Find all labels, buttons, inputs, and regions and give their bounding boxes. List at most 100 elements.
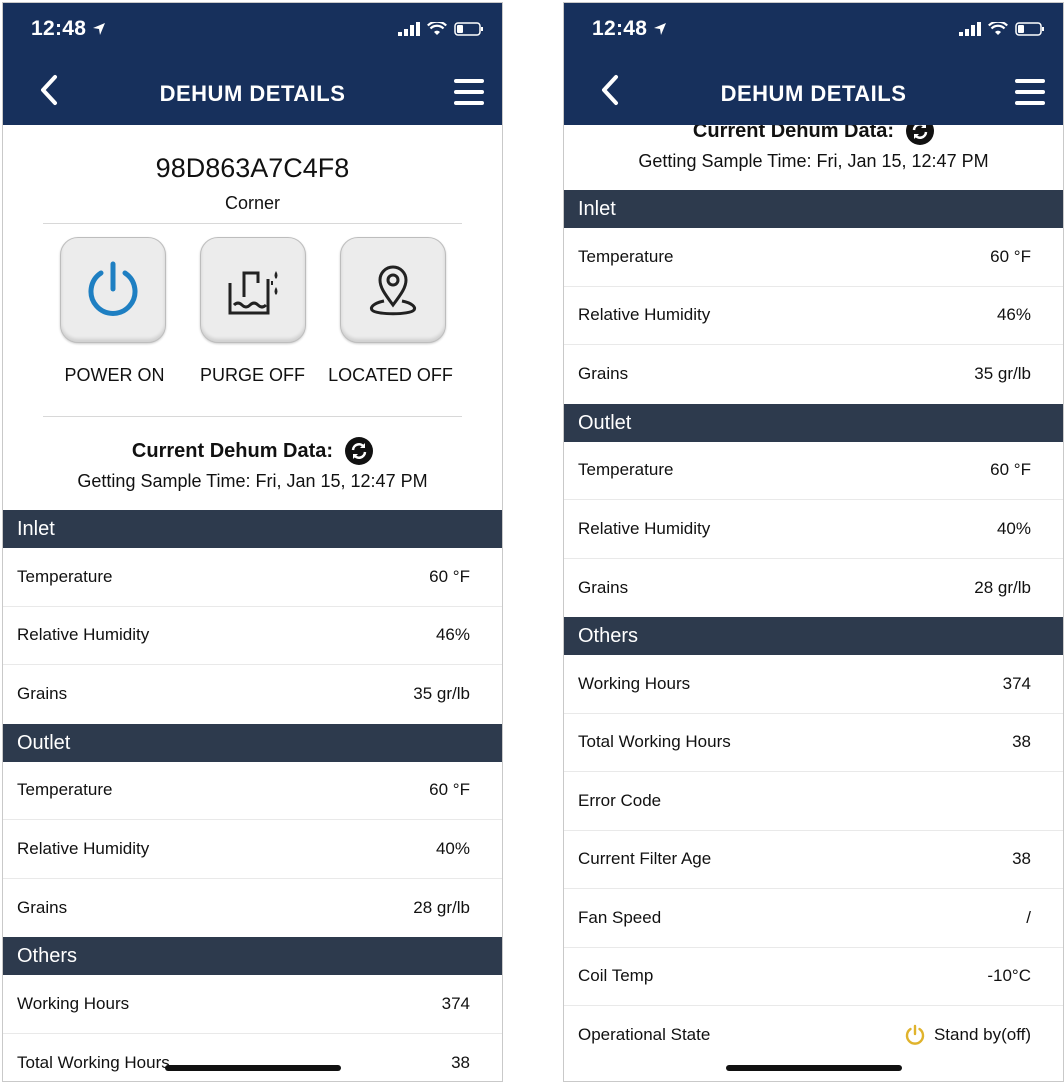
row-value: 46% — [996, 305, 1031, 325]
section-inlet: Inlet — [564, 190, 1063, 228]
location-arrow-icon — [93, 23, 106, 35]
signal-icon — [959, 22, 981, 36]
row-label: Relative Humidity — [17, 625, 150, 645]
row-label: Temperature — [17, 780, 113, 800]
list-item: Working Hours 374 — [564, 655, 1063, 714]
outlet-rows: Temperature 60 °F Relative Humidity 40% Gr… — [3, 762, 502, 938]
row-value: 374 — [1002, 673, 1031, 693]
nav-bar: DEHUM DETAILS — [3, 55, 502, 125]
row-value: 35 gr/lb — [974, 364, 1031, 384]
row-value: 60 °F — [429, 780, 470, 800]
refresh-button[interactable] — [345, 437, 374, 465]
list-item: Error Code — [564, 772, 1063, 831]
section-inlet: Inlet — [3, 510, 502, 548]
sample-time: Getting Sample Time: Fri, Jan 15, 12:47 … — [638, 151, 989, 171]
list-item: Working Hours 374 — [3, 975, 502, 1034]
section-outlet: Outlet — [3, 723, 502, 762]
row-value: 60 °F — [990, 246, 1031, 266]
hamburger-icon — [1015, 79, 1045, 83]
refresh-icon — [912, 125, 928, 139]
row-value: 28 gr/lb — [974, 577, 1031, 597]
row-label: Working Hours — [578, 673, 691, 693]
standby-power-icon — [905, 1025, 925, 1046]
power-button[interactable] — [59, 237, 166, 343]
row-value: 60 °F — [990, 460, 1031, 480]
current-data-title: Current Dehum Data: — [692, 125, 895, 142]
current-data-title: Current Dehum Data: — [131, 439, 334, 462]
locate-button[interactable] — [339, 237, 446, 343]
list-item: Relative Humidity 40% — [3, 820, 502, 879]
list-item: Total Working Hours 38 — [3, 1034, 502, 1082]
wifi-icon — [988, 22, 1008, 35]
section-others: Others — [564, 617, 1063, 655]
row-value: 40% — [435, 838, 470, 858]
sample-time: Getting Sample Time: Fri, Jan 15, 12:47 … — [77, 471, 428, 491]
list-item: Grains 28 gr/lb — [3, 879, 502, 938]
status-bar: 12:48 — [3, 3, 502, 55]
content-scroll[interactable]: Current Dehum Data: Getting Sample Time:… — [564, 125, 1063, 1081]
row-value: 38 — [451, 1052, 470, 1072]
location-pin-icon — [369, 265, 416, 316]
purge-icon — [228, 271, 277, 315]
status-time: 12:48 — [592, 17, 648, 40]
wifi-icon — [427, 22, 447, 35]
row-label: Relative Humidity — [17, 838, 150, 858]
menu-button[interactable] — [1015, 79, 1045, 109]
list-item: Total Working Hours 38 — [564, 714, 1063, 772]
row-label: Total Working Hours — [578, 732, 731, 752]
list-item: Current Filter Age 38 — [564, 831, 1063, 889]
row-value: 28 gr/lb — [413, 897, 470, 917]
control-buttons — [3, 237, 502, 343]
current-data-header: Current Dehum Data: — [564, 125, 1063, 145]
phone-screen-left: 12:48 DEHUM DETAILS 98D863A7C4F8 Corner — [2, 2, 503, 1082]
control-labels: POWER ON PURGE OFF LOCATED OFF — [3, 365, 502, 386]
inlet-rows: Temperature 60 °F Relative Humidity 46% Gr… — [564, 228, 1063, 404]
row-label: Coil Temp — [578, 966, 654, 986]
list-item: Relative Humidity 46% — [3, 607, 502, 665]
refresh-button[interactable] — [906, 125, 935, 145]
list-item: Grains 35 gr/lb — [3, 665, 502, 724]
row-value: / — [1026, 907, 1031, 927]
list-item: Operational State Stand by(off) — [564, 1006, 1063, 1065]
row-value: 38 — [1012, 849, 1031, 869]
row-label: Relative Humidity — [578, 518, 711, 538]
location-arrow-icon — [654, 23, 667, 35]
power-icon — [88, 261, 137, 316]
hamburger-icon — [454, 79, 484, 83]
home-indicator[interactable] — [164, 1065, 341, 1071]
row-value: 60 °F — [429, 566, 470, 586]
signal-icon — [398, 22, 420, 36]
list-item: Relative Humidity 40% — [564, 500, 1063, 559]
row-label: Temperature — [578, 460, 674, 480]
list-item: Temperature 60 °F — [3, 762, 502, 820]
battery-icon — [1015, 22, 1044, 36]
row-label: Operational State — [578, 1025, 711, 1045]
section-others: Others — [3, 937, 502, 975]
status-time: 12:48 — [31, 17, 87, 40]
list-item: Coil Temp -10°C — [564, 948, 1063, 1006]
row-label: Grains — [17, 897, 68, 917]
row-value: 46% — [435, 625, 470, 645]
row-value: 40% — [996, 518, 1031, 538]
row-value: 38 — [1012, 732, 1031, 752]
list-item: Relative Humidity 46% — [564, 287, 1063, 345]
list-item: Temperature 60 °F — [564, 442, 1063, 500]
locate-label: LOCATED OFF — [328, 365, 453, 385]
page-title: DEHUM DETAILS — [159, 81, 346, 106]
row-label: Grains — [17, 684, 68, 704]
device-id: 98D863A7C4F8 — [155, 153, 350, 183]
row-label: Working Hours — [17, 993, 130, 1013]
divider — [43, 416, 462, 417]
power-label: POWER ON — [64, 365, 165, 385]
purge-button[interactable] — [199, 237, 306, 343]
current-data-header: Current Dehum Data: — [3, 437, 502, 465]
battery-icon — [454, 22, 483, 36]
content-scroll[interactable]: 98D863A7C4F8 Corner POWER ON PURGE OFF L… — [3, 125, 502, 1081]
home-indicator[interactable] — [725, 1065, 902, 1071]
row-label: Grains — [578, 364, 629, 384]
list-item: Grains 35 gr/lb — [564, 345, 1063, 404]
list-item: Temperature 60 °F — [564, 228, 1063, 287]
others-rows: Working Hours 374 Total Working Hours 38 E… — [564, 655, 1063, 1065]
operational-state-value: Stand by(off) — [904, 1024, 1031, 1046]
menu-button[interactable] — [454, 79, 484, 109]
